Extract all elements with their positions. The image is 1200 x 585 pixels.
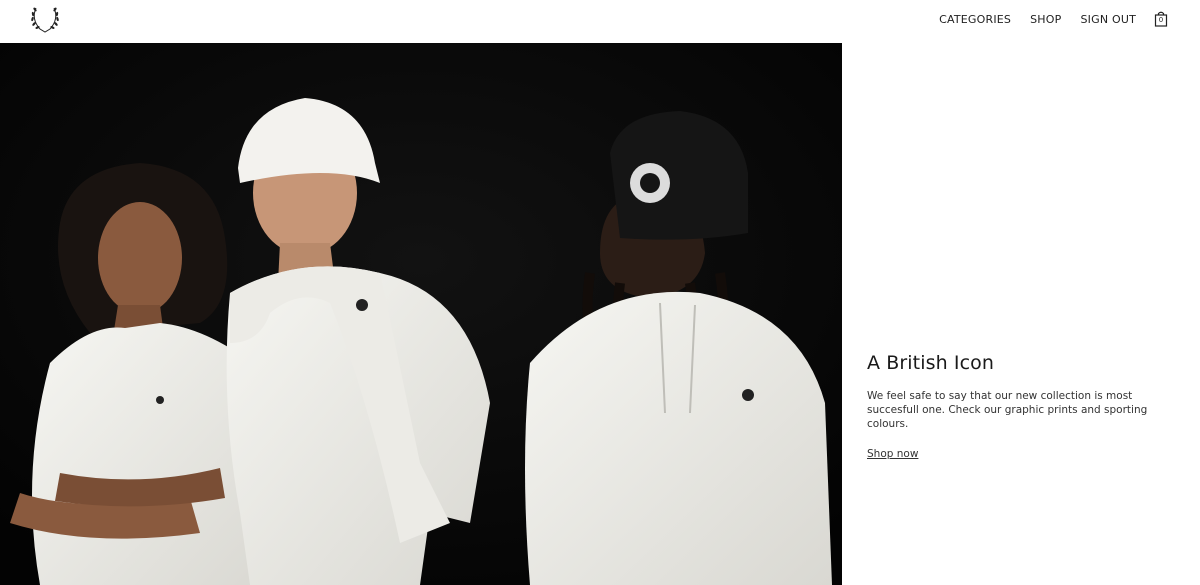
promo-description: We feel safe to say that our new collect… bbox=[867, 390, 1148, 430]
main-nav: CATEGORIES SHOP SIGN OUT 0 bbox=[920, 0, 1168, 38]
cart-count: 0 bbox=[1158, 16, 1164, 24]
site-header: CATEGORIES SHOP SIGN OUT 0 bbox=[0, 0, 1200, 43]
hero-photo-illustration bbox=[0, 43, 842, 585]
promo-title: A British Icon bbox=[867, 352, 994, 374]
cart-button[interactable]: 0 bbox=[1154, 11, 1168, 27]
shop-now-link[interactable]: Shop now bbox=[867, 448, 918, 460]
nav-shop[interactable]: SHOP bbox=[1030, 13, 1061, 26]
laurel-wreath-icon bbox=[31, 7, 59, 33]
nav-categories[interactable]: CATEGORIES bbox=[939, 13, 1011, 26]
laurel-wreath-logo[interactable] bbox=[28, 4, 62, 34]
nav-sign-out[interactable]: SIGN OUT bbox=[1080, 13, 1136, 26]
promo-panel: A British Icon We feel safe to say that … bbox=[867, 352, 1167, 461]
hero-image bbox=[0, 43, 842, 585]
